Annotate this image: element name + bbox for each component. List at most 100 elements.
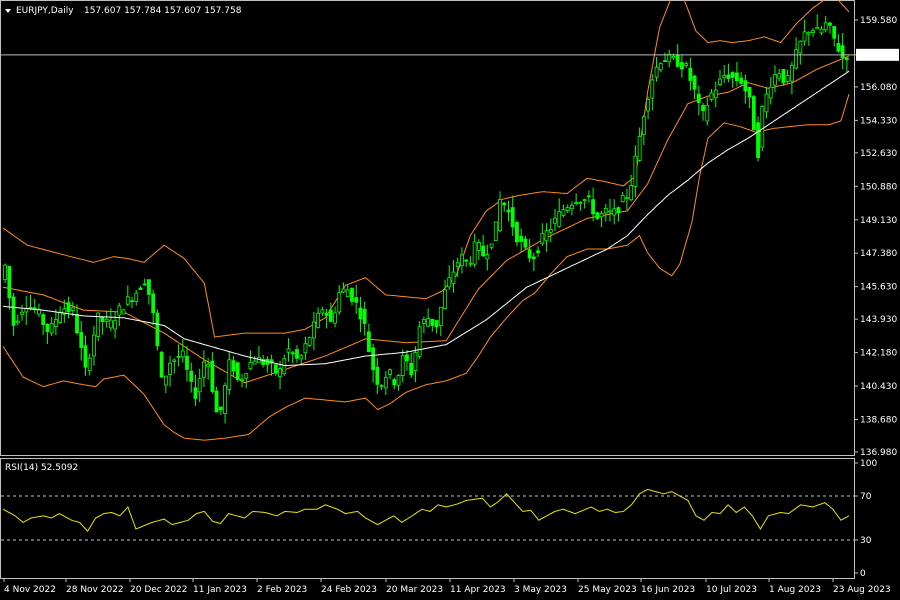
candle (633, 145, 638, 198)
candle (45, 323, 50, 345)
candle (163, 375, 168, 394)
candle (544, 223, 549, 252)
candle (210, 351, 215, 394)
candle (574, 193, 579, 206)
candle (421, 316, 426, 334)
chart-header: EURJPY,Daily 157.607 157.784 157.607 157… (5, 6, 242, 16)
candle (413, 346, 418, 383)
candle (252, 355, 257, 365)
candle (701, 103, 705, 121)
candle (320, 306, 325, 317)
candle (658, 62, 663, 73)
time-tick-label: 11 Jan 2023 (193, 585, 247, 595)
candle (608, 198, 612, 222)
candle (28, 294, 33, 311)
candle (295, 345, 299, 363)
candle (815, 14, 820, 30)
candle (392, 377, 397, 390)
candle (345, 283, 350, 298)
candle (375, 358, 380, 394)
candle (316, 307, 321, 329)
candle (223, 382, 227, 424)
candle (214, 386, 219, 413)
candlesticks (3, 14, 849, 424)
chevron-down-icon[interactable] (5, 9, 11, 13)
time-tick-label: 1 Aug 2023 (769, 585, 821, 595)
candle (460, 247, 464, 274)
candle (430, 318, 435, 332)
price-tick-label: 152.630 (860, 149, 897, 159)
candle (20, 304, 24, 321)
candle (79, 321, 84, 361)
candle (151, 289, 156, 326)
candle (447, 265, 452, 290)
candle (713, 81, 718, 108)
candle (548, 218, 553, 243)
candle (675, 44, 680, 68)
candle (240, 373, 244, 388)
candle (472, 233, 477, 268)
candle (798, 40, 803, 65)
candle (41, 312, 46, 335)
candle (117, 302, 122, 327)
candle (777, 68, 782, 82)
candle (366, 323, 371, 353)
candle (49, 317, 54, 337)
bollinger-bands (2, 0, 850, 441)
candle (561, 204, 566, 218)
candle (625, 188, 629, 211)
candle (193, 374, 198, 406)
candle (565, 204, 570, 213)
time-tick-label: 10 Jul 2023 (706, 585, 757, 595)
candle (464, 258, 469, 267)
candle (502, 201, 507, 212)
candle (197, 368, 202, 403)
price-tick-label: 136.980 (860, 448, 897, 458)
price-tick-label: 156.080 (860, 83, 897, 93)
candle (324, 308, 329, 329)
candle (383, 370, 388, 396)
candle (350, 287, 354, 306)
candle (37, 303, 41, 318)
candle (667, 49, 672, 68)
candle (125, 285, 130, 307)
candle (438, 306, 443, 337)
candle (819, 25, 824, 35)
candle (476, 239, 481, 261)
candle (312, 311, 316, 351)
candle (705, 97, 710, 126)
candle (485, 244, 490, 271)
rsi-axis: 100 70 30 0 (854, 459, 877, 579)
candle (286, 338, 291, 362)
rsi-tick-label: 0 (860, 569, 866, 579)
candle (739, 72, 744, 86)
candle (612, 199, 617, 225)
time-tick-label: 23 Aug 2023 (833, 585, 891, 595)
candle (498, 191, 502, 233)
candle (176, 344, 181, 367)
main-panel-frame (0, 0, 855, 456)
candle (730, 71, 735, 88)
candle (235, 361, 240, 382)
candle (806, 31, 811, 46)
price-tick-label: 138.680 (860, 416, 897, 426)
candle (341, 282, 346, 294)
candle (823, 15, 828, 33)
candle (616, 206, 621, 222)
candle (489, 243, 494, 250)
time-tick-label: 3 May 2023 (514, 585, 567, 595)
time-tick-label: 11 Apr 2023 (450, 585, 506, 595)
candle (747, 86, 752, 109)
candle (599, 210, 604, 228)
candle (337, 285, 342, 315)
candle (519, 228, 524, 252)
candle (333, 306, 337, 328)
candle (540, 223, 545, 246)
time-axis: 4 Nov 2022 28 Nov 2022 20 Dec 2022 11 Jan 2… (3, 578, 891, 595)
candle (696, 85, 701, 116)
candle (142, 278, 147, 286)
candle (113, 311, 117, 339)
candle (15, 314, 20, 326)
candle (603, 203, 608, 222)
candle (743, 74, 748, 104)
